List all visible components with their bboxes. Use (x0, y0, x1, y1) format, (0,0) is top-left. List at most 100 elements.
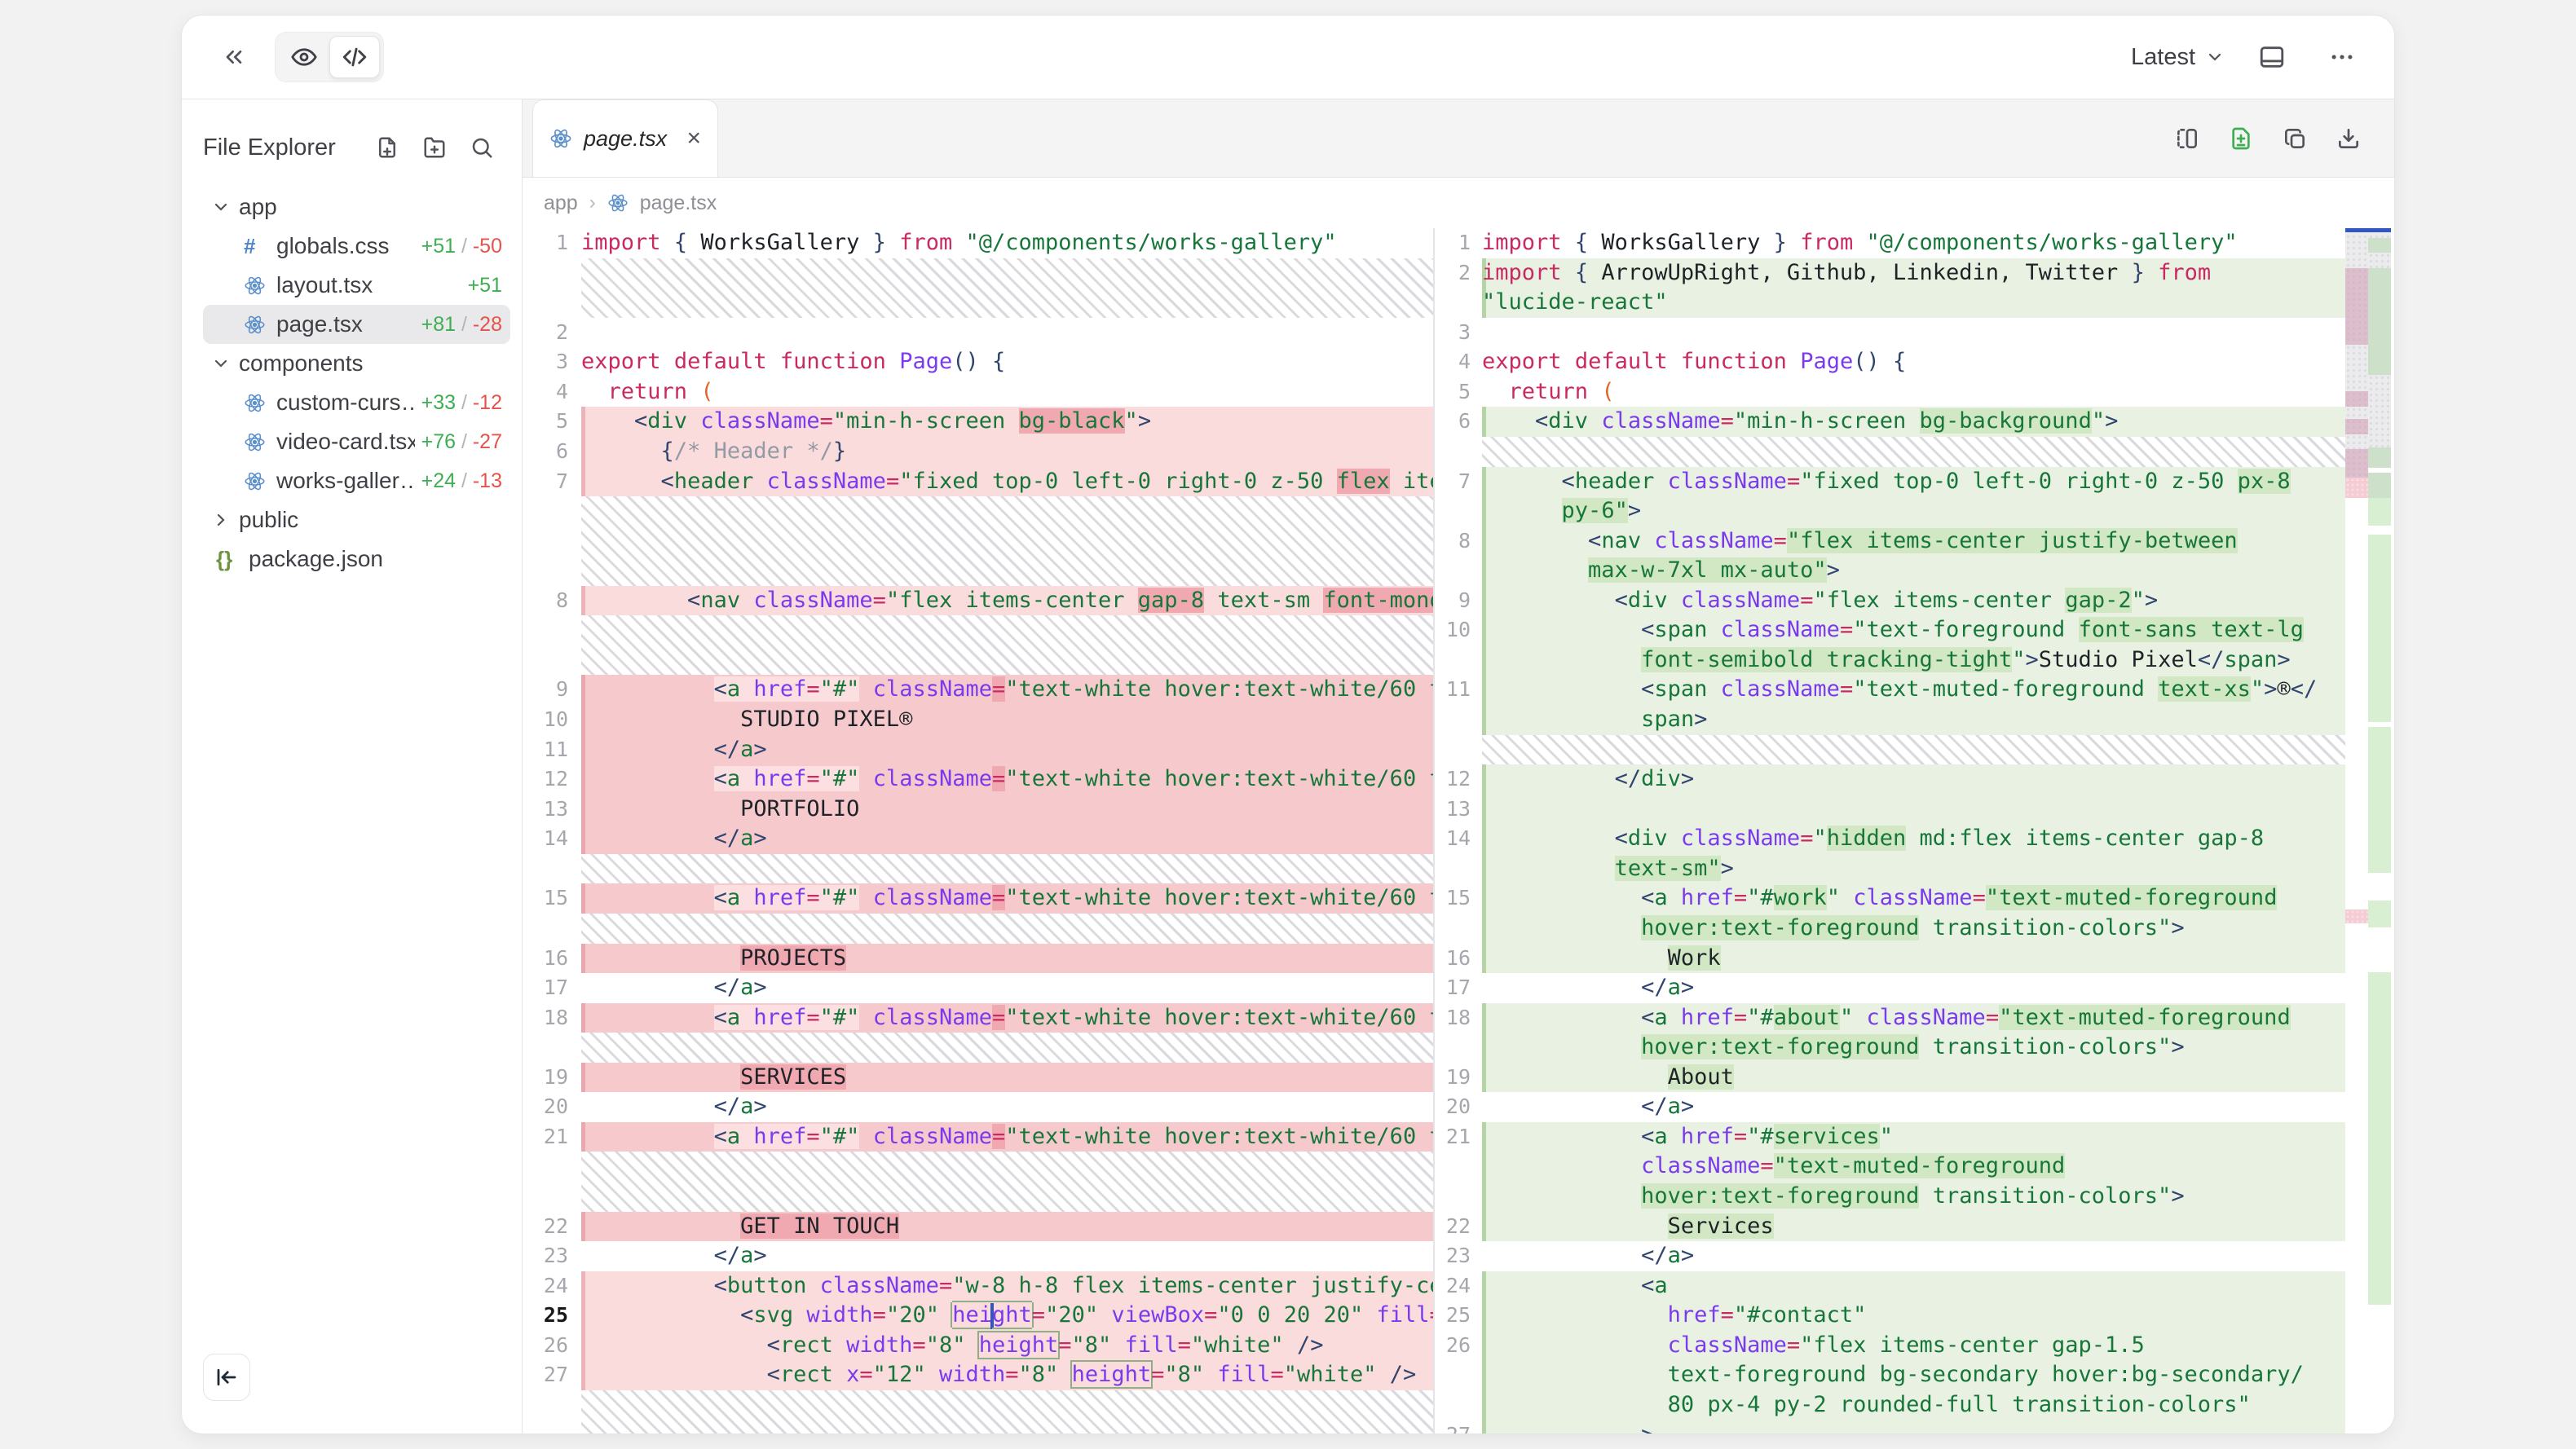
code-line[interactable]: 8 <nav className="flex items-center gap-… (523, 586, 1433, 616)
code-line[interactable]: 12 <a href="#" className="text-white hov… (523, 764, 1433, 795)
chevron-down-icon[interactable] (211, 354, 239, 373)
code-line[interactable]: 3export default function Page() { (523, 347, 1433, 377)
code-line[interactable]: 4 return ( (523, 377, 1433, 407)
download-button[interactable] (2326, 116, 2371, 161)
code-line[interactable]: 14 <div className="hidden md:flex items-… (1435, 824, 2345, 854)
diff-pane-modified[interactable]: 1import { WorksGallery } from "@/compone… (1435, 228, 2345, 1434)
code-line[interactable]: 5 <div className="min-h-screen bg-black"… (523, 407, 1433, 437)
version-dropdown[interactable]: Latest (2131, 44, 2225, 71)
diff-pane-original[interactable]: 1import { WorksGallery } from "@/compone… (523, 228, 1433, 1434)
more-options-button[interactable] (2319, 34, 2365, 80)
code-line[interactable]: 6 {/* Header */} (523, 437, 1433, 467)
code-line[interactable]: 21 <a href="#services" (1435, 1122, 2345, 1152)
code-line[interactable]: max-w-7xl mx-auto"> (1435, 556, 2345, 586)
tab-close-button[interactable]: × (686, 126, 701, 151)
code-line[interactable]: 10 STUDIO PIXEL® (523, 705, 1433, 735)
code-line[interactable]: 12 </div> (1435, 764, 2345, 795)
code-line[interactable]: 26 className="flex items-center gap-1.5 (1435, 1331, 2345, 1361)
tab-page-tsx[interactable]: page.tsx × (532, 99, 718, 177)
code-line[interactable]: 7 <header className="fixed top-0 left-0 … (1435, 467, 2345, 497)
new-file-button[interactable] (367, 127, 408, 168)
file-tree-item-layout.tsx[interactable]: layout.tsx+51 (203, 266, 510, 305)
panel-bottom-button[interactable] (2249, 34, 2295, 80)
code-line[interactable]: 27 <rect x="12" width="8" height="8" fil… (523, 1360, 1433, 1390)
minimap-viewport-indicator[interactable] (2345, 228, 2391, 232)
file-tree-item-app[interactable]: app (203, 187, 510, 227)
code-line[interactable]: 20 </a> (523, 1092, 1433, 1122)
file-tree-item-globals.css[interactable]: #globals.css+51 / -50 (203, 227, 510, 266)
file-tree-item-custom-curs-[interactable]: custom-curs…+33 / -12 (203, 383, 510, 422)
collapse-sidebar-button[interactable] (203, 1354, 250, 1401)
code-line[interactable]: 8 <nav className="flex items-center just… (1435, 526, 2345, 557)
code-line[interactable]: 25 href="#contact" (1435, 1301, 2345, 1331)
code-line[interactable]: 10 <span className="text-foreground font… (1435, 615, 2345, 645)
code-toggle-button[interactable] (329, 36, 380, 78)
code-line[interactable]: 27 > (1435, 1420, 2345, 1434)
code-line[interactable]: text-sm"> (1435, 854, 2345, 884)
code-line[interactable]: 6 <div className="min-h-screen bg-backgr… (1435, 407, 2345, 437)
code-line[interactable]: 4export default function Page() { (1435, 347, 2345, 377)
code-line[interactable]: 23 </a> (523, 1241, 1433, 1271)
code-line[interactable]: font-semibold tracking-tight">Studio Pix… (1435, 645, 2345, 676)
code-line[interactable]: span> (1435, 705, 2345, 735)
code-line[interactable]: 22 GET IN TOUCH (523, 1212, 1433, 1242)
split-diff-view-button[interactable] (2164, 116, 2210, 161)
code-line[interactable]: hover:text-foreground transition-colors"… (1435, 1182, 2345, 1212)
code-line[interactable]: 5 return ( (1435, 377, 2345, 407)
code-line[interactable]: py-6"> (1435, 496, 2345, 526)
code-line[interactable]: 18 <a href="#" className="text-white hov… (523, 1003, 1433, 1033)
file-tree-item-works-galler-[interactable]: works-galler…+24 / -13 (203, 461, 510, 500)
code-line[interactable]: hover:text-foreground transition-colors"… (1435, 1033, 2345, 1063)
code-line[interactable]: 11 </a> (523, 735, 1433, 765)
file-tree-item-video-card.tsx[interactable]: video-card.tsx+76 / -27 (203, 422, 510, 461)
code-line[interactable]: 7 <header className="fixed top-0 left-0 … (523, 467, 1433, 497)
code-line[interactable]: 11 <span className="text-muted-foregroun… (1435, 675, 2345, 705)
file-tree-item-page.tsx[interactable]: page.tsx+81 / -28 (203, 305, 510, 344)
code-line[interactable]: 25 <svg width="20" height="20" viewBox="… (523, 1301, 1433, 1331)
code-line[interactable]: 13 (1435, 795, 2345, 825)
file-tree-item-package.json[interactable]: {}package.json (203, 540, 510, 579)
code-line[interactable]: 22 Services (1435, 1212, 2345, 1242)
code-line[interactable]: 15 <a href="#" className="text-white hov… (523, 883, 1433, 914)
code-line[interactable]: 2 (523, 318, 1433, 348)
code-line[interactable]: 18 <a href="#about" className="text-mute… (1435, 1003, 2345, 1033)
search-button[interactable] (461, 127, 502, 168)
code-line[interactable]: 19 SERVICES (523, 1063, 1433, 1093)
code-line[interactable]: 17 </a> (523, 973, 1433, 1003)
code-line[interactable]: 19 About (1435, 1063, 2345, 1093)
code-line[interactable]: 2import { ArrowUpRight, Github, Linkedin… (1435, 258, 2345, 288)
code-line[interactable]: 15 <a href="#work" className="text-muted… (1435, 883, 2345, 914)
code-line[interactable]: className="text-muted-foreground (1435, 1152, 2345, 1182)
code-line[interactable]: 24 <button className="w-8 h-8 flex items… (523, 1271, 1433, 1301)
file-tree-item-components[interactable]: components (203, 344, 510, 383)
code-line[interactable]: 26 <rect width="8" height="8" fill="whit… (523, 1331, 1433, 1361)
code-line[interactable]: 1import { WorksGallery } from "@/compone… (1435, 228, 2345, 258)
code-line[interactable]: 24 <a (1435, 1271, 2345, 1301)
code-line[interactable]: 3 (1435, 318, 2345, 348)
code-line[interactable]: 9 <a href="#" className="text-white hove… (523, 675, 1433, 705)
copy-button[interactable] (2272, 116, 2318, 161)
breadcrumb-folder[interactable]: app (544, 192, 578, 215)
code-line[interactable]: 16 PROJECTS (523, 944, 1433, 974)
code-line[interactable]: 23 </a> (1435, 1241, 2345, 1271)
diff-minimap[interactable] (2345, 228, 2394, 1434)
file-diff-button[interactable] (2218, 116, 2264, 161)
collapse-panel-button[interactable] (211, 34, 257, 80)
code-line[interactable]: 80 px-4 py-2 rounded-full transition-col… (1435, 1390, 2345, 1420)
file-tree-item-public[interactable]: public (203, 500, 510, 540)
code-line[interactable]: "lucide-react" (1435, 288, 2345, 318)
code-line[interactable]: 1import { WorksGallery } from "@/compone… (523, 228, 1433, 258)
chevron-right-icon[interactable] (211, 510, 239, 530)
code-line[interactable]: 14 </a> (523, 824, 1433, 854)
code-line[interactable]: 21 <a href="#" className="text-white hov… (523, 1122, 1433, 1152)
preview-toggle-button[interactable] (279, 36, 329, 78)
code-line[interactable]: 20 </a> (1435, 1092, 2345, 1122)
code-line[interactable]: text-foreground bg-secondary hover:bg-se… (1435, 1360, 2345, 1390)
code-line[interactable]: 9 <div className="flex items-center gap-… (1435, 586, 2345, 616)
code-line[interactable]: 13 PORTFOLIO (523, 795, 1433, 825)
code-line[interactable]: hover:text-foreground transition-colors"… (1435, 914, 2345, 944)
new-folder-button[interactable] (414, 127, 455, 168)
code-line[interactable]: 16 Work (1435, 944, 2345, 974)
code-line[interactable]: 17 </a> (1435, 973, 2345, 1003)
breadcrumb-file[interactable]: page.tsx (640, 192, 717, 215)
